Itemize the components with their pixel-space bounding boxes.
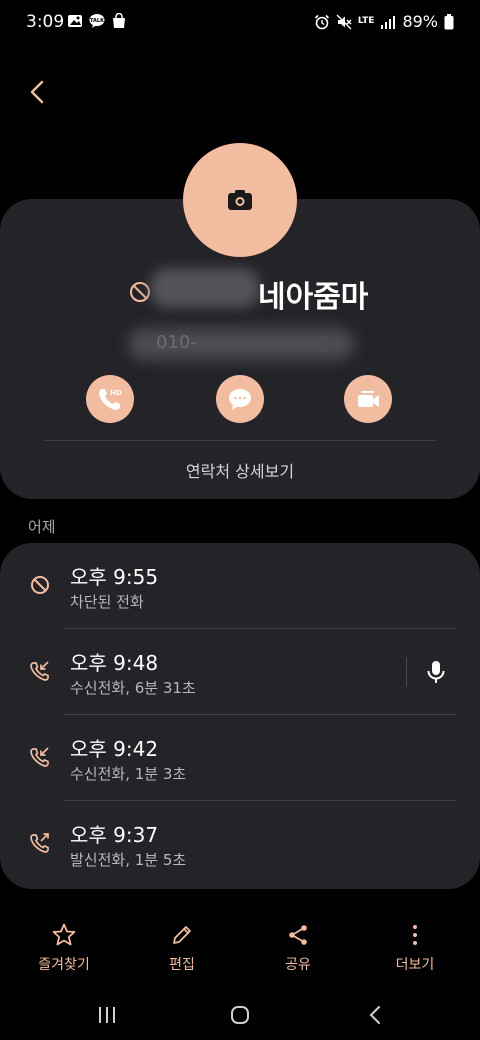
talk-icon: TALK [89,14,105,28]
blocked-icon [130,282,150,302]
action-row: HD [0,375,480,423]
mute-icon [336,14,352,29]
favorite-button[interactable]: 즐겨찾기 [19,922,109,974]
call-time: 오후 9:48 [70,651,159,675]
contact-number: 010- [156,332,197,353]
hd-phone-icon: HD [99,389,122,410]
svg-text:TALK: TALK [90,18,105,24]
divider [406,657,407,687]
more-label: 더보기 [395,957,435,973]
call-detail: 차단된 전화 [70,593,144,611]
contact-name: 네아줌마 [158,272,368,316]
battery-icon [444,13,454,29]
more-button[interactable]: 더보기 [370,922,460,974]
contact-details-link[interactable]: 연락처 상세보기 [0,458,480,482]
lte-indicator: LTE [357,16,375,26]
call-detail: 발신전화, 1분 5초 [70,851,187,869]
call-time: 오후 9:42 [70,737,159,761]
favorite-label: 즐겨찾기 [38,957,90,973]
date-section-label: 어제 [28,518,56,536]
video-call-icon [358,391,379,407]
share-label: 공유 [285,957,311,973]
call-log-item[interactable]: 오후 9:42 수신전화, 1분 3초 [0,715,480,801]
status-time: 3:09 [26,12,65,32]
share-icon [289,925,307,945]
edit-button[interactable]: 편집 [137,922,227,974]
call-log-item[interactable]: 오후 9:37 발신전화, 1분 5초 [0,801,480,887]
navigation-bar [0,992,480,1040]
blocked-icon [31,576,49,594]
back-icon[interactable] [24,78,52,106]
share-button[interactable]: 공유 [253,922,343,974]
shopping-bag-icon [113,13,125,28]
edit-label: 편집 [169,957,195,973]
signal-icon [381,15,396,29]
recent-apps-icon[interactable] [94,1002,120,1028]
status-bar: 3:09 TALK LTE 89% [0,0,480,44]
call-log-item[interactable]: 오후 9:55 차단된 전화 [0,543,480,629]
home-icon[interactable] [227,1002,253,1028]
message-button[interactable] [216,375,264,423]
call-detail: 수신전화, 1분 3초 [70,765,187,783]
incoming-call-icon [30,747,49,767]
pencil-icon [173,926,191,944]
contact-name-text: 네아줌마 [258,280,369,315]
recording-mic-icon[interactable] [424,659,448,685]
battery-percent: 89% [402,12,438,31]
call-detail: 수신전화, 6분 31초 [70,679,196,697]
svg-text:HD: HD [110,389,122,397]
avatar[interactable] [183,143,297,257]
alarm-icon [314,14,329,29]
call-time: 오후 9:37 [70,823,159,847]
video-call-button[interactable] [344,375,392,423]
outgoing-call-icon [30,833,49,853]
more-vertical-icon [413,925,417,945]
message-icon [229,389,251,410]
incoming-call-icon [30,661,49,681]
divider [44,440,436,441]
call-log-card: 오후 9:55 차단된 전화 오후 9:48 수신전화, 6분 31초 오후 9… [0,543,480,889]
notification-icons: TALK [67,13,127,29]
camera-icon [228,190,252,210]
call-log-item[interactable]: 오후 9:48 수신전화, 6분 31초 [0,629,480,715]
star-icon [52,923,76,946]
system-status: LTE 89% [314,12,454,31]
gallery-icon [68,15,82,27]
hd-call-button[interactable]: HD [86,375,134,423]
call-time: 오후 9:55 [70,565,159,589]
bottom-toolbar: 즐겨찾기 편집 공유 더보기 [0,922,480,982]
back-nav-icon[interactable] [363,1002,389,1028]
